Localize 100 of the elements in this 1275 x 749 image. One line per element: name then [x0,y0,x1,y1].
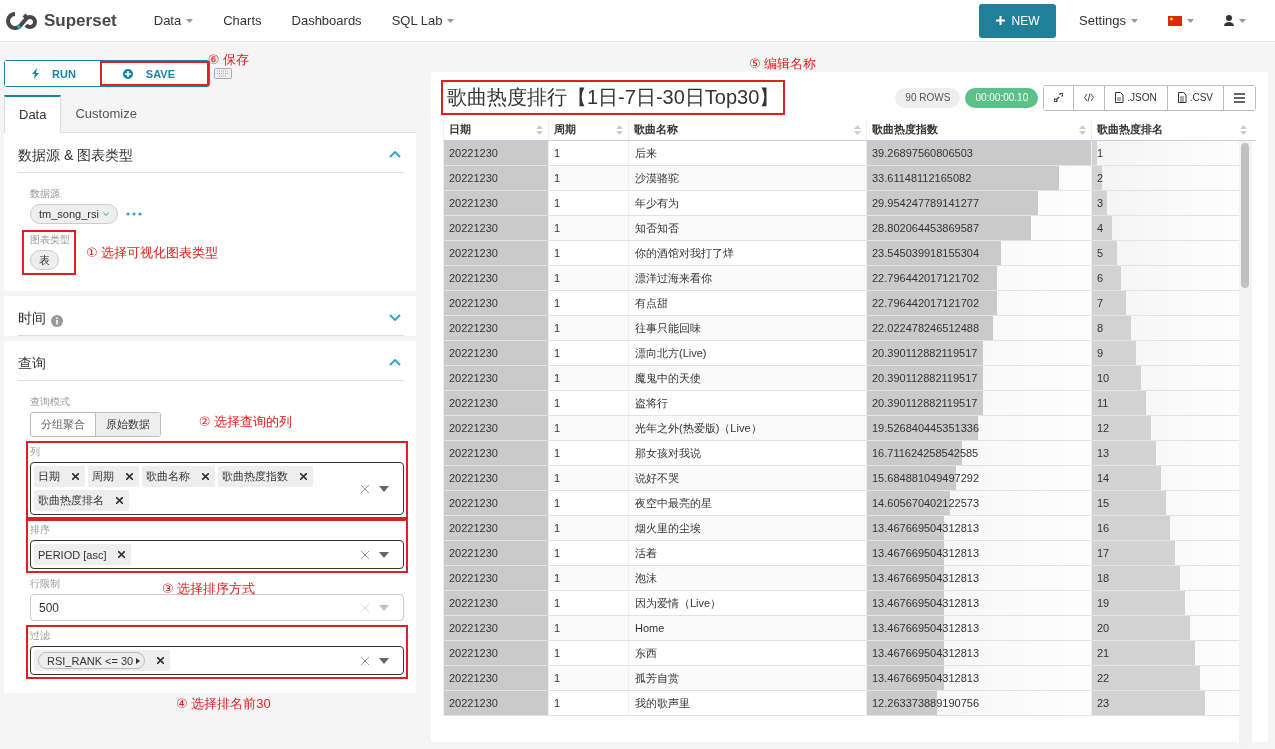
table-cell: 泡沫 [635,570,657,586]
tag[interactable]: PERIOD [asc] [34,544,132,565]
tag[interactable]: RSI_RANK <= 30 [34,650,171,671]
table-cell: 20.390112882119517 [872,397,978,409]
table-cell: 知否知否 [635,220,679,236]
table-cell: 20221230 [449,697,498,709]
table-cell: 6 [1097,272,1104,284]
filter-field[interactable]: RSI_RANK <= 30 [30,646,404,675]
control-label: 数据源 [30,187,60,201]
table-cell: 12.263373889190756 [872,697,980,709]
table-cell: 沙漠骆驼 [635,170,679,186]
plus-icon [995,16,1005,25]
table-cell: 13.467669504312813 [872,672,980,684]
table-cell: 光年之外(热爱版)（Live） [635,420,762,436]
panel-tab[interactable]: Data [4,95,62,133]
table-cell: 20.390112882119517 [872,372,978,384]
tag[interactable]: 日期 [34,466,85,487]
bolt-icon [32,68,39,79]
tag[interactable]: 歌曲名称 [142,466,215,487]
table-cell: 20221230 [449,422,498,434]
table-cell: 1 [554,272,561,284]
section-title[interactable]: 时间 [18,309,46,328]
table-cell: 漂洋过海来看你 [635,270,712,286]
close-icon [202,473,209,480]
nav-menu-item[interactable]: Dashboards [276,13,377,28]
table-cell: 1 [554,697,561,709]
table-cell: 13.467669504312813 [872,522,980,534]
column-header[interactable]: 日期 [449,122,471,137]
dropdown-icon [379,657,389,664]
table-cell: 20.390112882119517 [872,347,978,359]
tag[interactable]: 周期 [88,466,139,487]
tag[interactable]: 歌曲热度排名 [34,490,129,511]
clear-icon [361,550,369,559]
duration-badge: 00:00:00.10 [965,87,1039,108]
column-header[interactable]: 歌曲名称 [634,122,678,137]
table-cell: 20221230 [449,622,498,634]
table-cell: 20221230 [449,347,498,359]
brand-name[interactable]: Superset [44,10,117,31]
mode-option[interactable]: 分组聚合 [31,413,95,436]
table-cell: 1 [554,572,561,584]
column-header[interactable]: 歌曲热度指数 [872,122,938,137]
table-cell: 后来 [635,145,657,161]
table-cell: 1 [554,247,561,259]
sort-icon [1240,124,1247,135]
table-cell: 因为爱情（Live） [635,595,722,611]
table-cell: 3 [1097,197,1104,209]
table-cell: 22 [1097,672,1110,684]
table-cell: 18 [1097,572,1110,584]
control-label: 排序 [30,523,50,537]
caret-icon [1131,18,1138,23]
panel-tab[interactable]: Customize [61,95,151,132]
file-icon [1177,92,1187,103]
table-cell: 14.605670402122573 [872,497,980,509]
chart-type-chip[interactable]: 表 [30,250,59,270]
close-icon [126,473,133,480]
table-cell: 33.61148112165082 [872,172,972,184]
run-button[interactable]: RUN [5,61,100,86]
table-cell: 22.022478246512488 [872,322,980,334]
logo-icon [6,11,40,30]
mode-option[interactable]: 原始数据 [95,413,160,436]
table-cell: 1 [554,597,561,609]
table-cell: 23.545039918155304 [872,247,980,259]
nav-menu-item[interactable]: SQL Lab [376,13,470,28]
caret-icon [1187,18,1194,23]
row-limit-select[interactable]: 500 [30,594,404,621]
multi-select-field[interactable]: PERIOD [asc] [30,540,404,569]
new-button[interactable]: NEW [979,3,1056,38]
control-label: 查询模式 [30,395,70,409]
link-icon [1054,93,1064,102]
chart-title[interactable]: 歌曲热度排行【1日-7日-30日Top30】 [443,82,784,113]
triangle-icon [136,657,141,664]
multi-select-field[interactable]: 日期 周期 歌曲名称 歌曲热度指数 歌曲热度排名 [30,462,404,515]
settings-menu[interactable]: Settings [1064,13,1153,28]
table-cell: 2 [1097,172,1104,184]
table-cell: 1 [554,472,561,484]
save-button[interactable]: SAVE [99,61,209,86]
section-title[interactable]: 查询 [18,354,46,373]
section-title[interactable]: 数据源 & 图表类型 [18,146,134,165]
table-cell: 20221230 [449,197,498,209]
table-cell: Home [635,622,665,634]
user-icon [1224,15,1234,26]
table-cell: 1 [1097,147,1104,159]
table-cell: 20221230 [449,672,498,684]
nav-menu-item[interactable]: Charts [208,13,277,28]
table-cell: 13.467669504312813 [872,547,980,559]
datasource-chip[interactable]: tm_song_rsi [30,204,118,224]
scrollbar-thumb[interactable] [1241,143,1249,288]
menu-button[interactable] [1223,85,1255,110]
close-icon [300,473,307,480]
table-cell: 39.26897560806503 [872,147,973,159]
more-icon [125,212,142,216]
column-header[interactable]: 歌曲热度排名 [1097,122,1163,137]
tag[interactable]: 歌曲热度指数 [218,466,313,487]
table-cell: 那女孩对我说 [635,445,701,461]
nav-menu-item[interactable]: Data [138,13,209,28]
table-cell: 10 [1097,372,1110,384]
close-icon [118,551,126,558]
keyboard-icon [214,68,232,79]
column-header[interactable]: 周期 [554,122,576,137]
table-cell: 20221230 [449,572,498,584]
